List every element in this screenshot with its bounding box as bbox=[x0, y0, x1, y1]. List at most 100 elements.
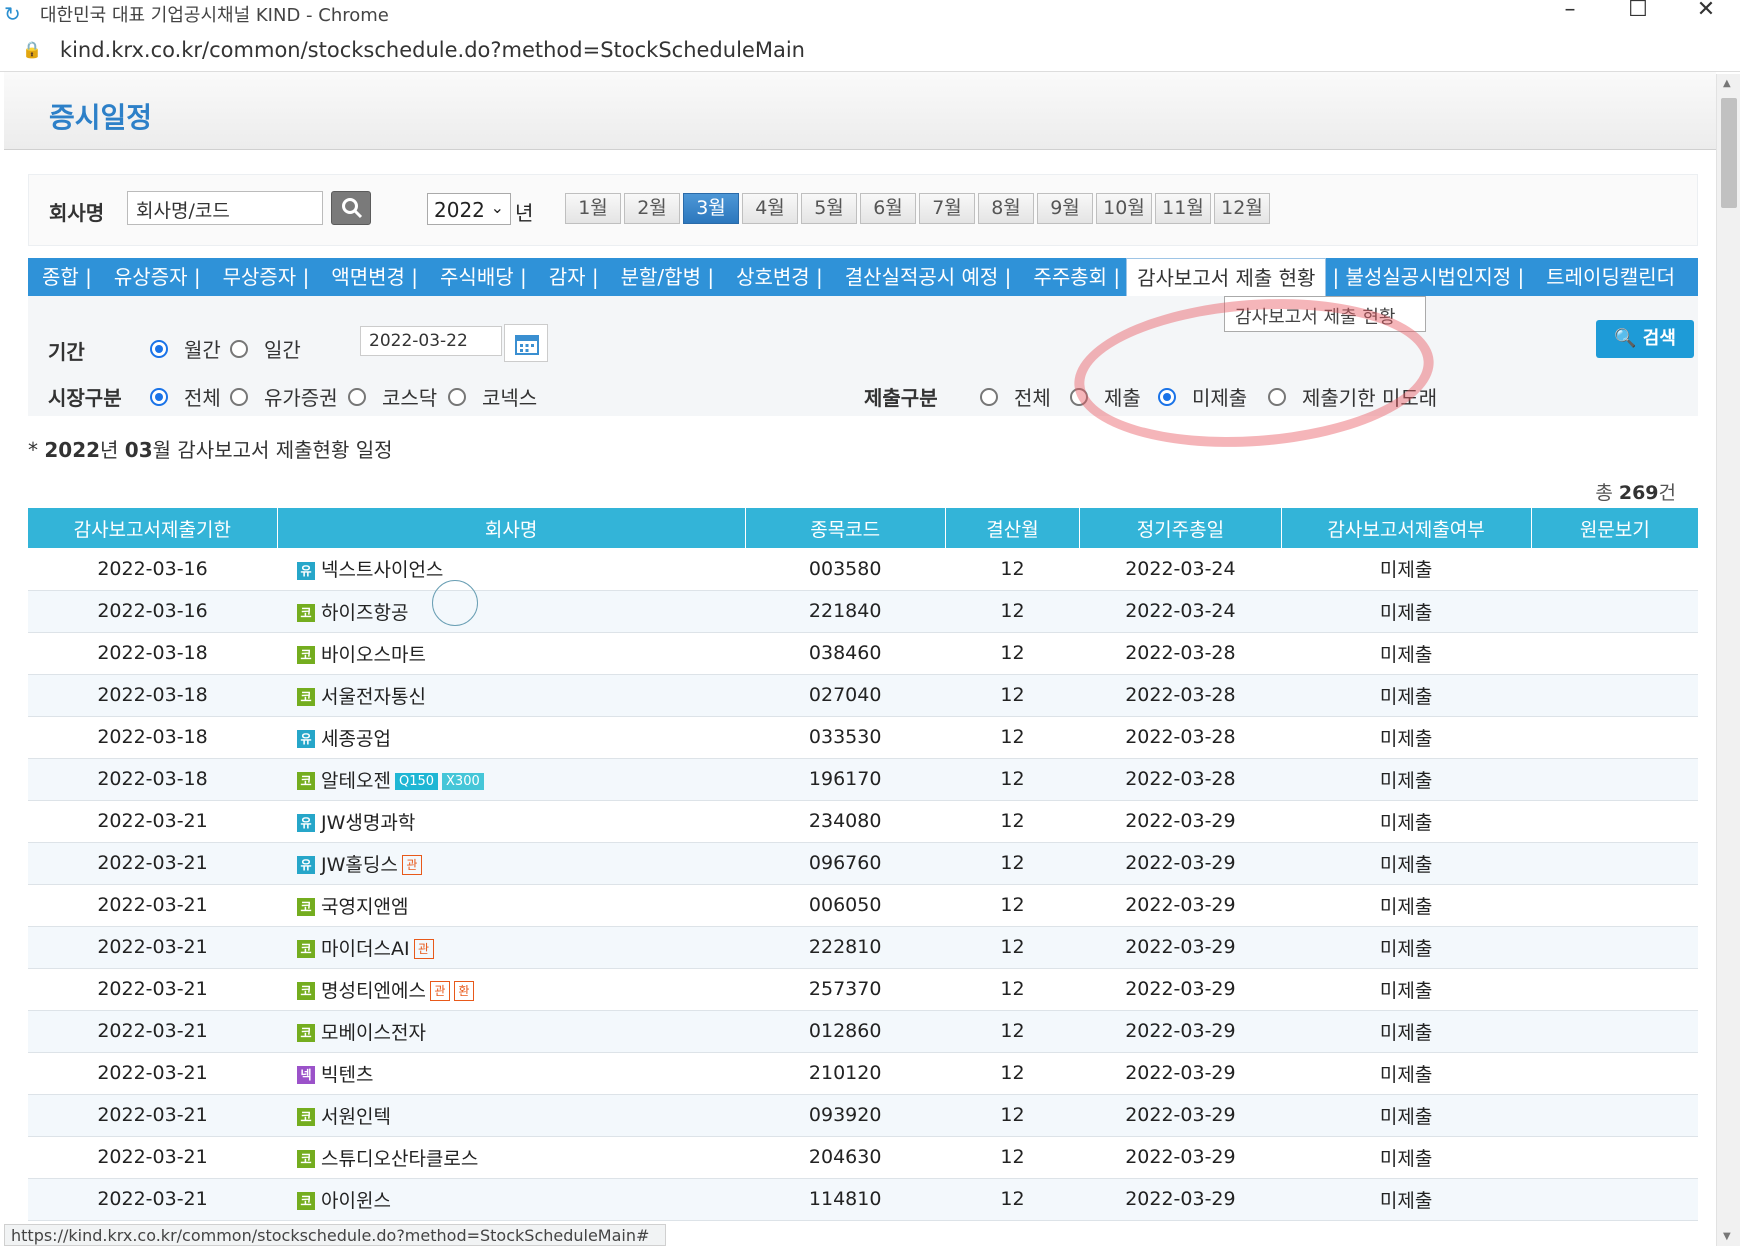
row-submit-status: 미제출 bbox=[1281, 1136, 1532, 1179]
company-link[interactable]: 마이더스AI bbox=[321, 938, 410, 960]
row-agm-date: 2022-03-29 bbox=[1079, 884, 1282, 927]
month-button-4[interactable]: 4월 bbox=[742, 193, 798, 224]
scroll-down-icon[interactable]: ▼ bbox=[1723, 1231, 1731, 1242]
company-link[interactable]: 바이오스마트 bbox=[321, 644, 426, 666]
month-button-1[interactable]: 1월 bbox=[565, 193, 621, 224]
company-link[interactable]: 명성티엔에스 bbox=[321, 980, 426, 1002]
company-search-box: 회사명 회사명/코드 2022 ⌄ 년 1월 2월 3월 4월 5월 6월 7월… bbox=[28, 174, 1698, 246]
tab-audit-report[interactable]: 감사보고서 제출 현황 bbox=[1126, 258, 1327, 298]
row-code: 096760 bbox=[745, 842, 946, 885]
tab-shareholder-meeting[interactable]: 주주총회 | bbox=[1017, 258, 1126, 296]
page-scrollbar[interactable]: ▲ ▼ bbox=[1716, 74, 1740, 1246]
market-kospi-radio[interactable]: 유가증권 bbox=[230, 382, 338, 411]
header-deadline[interactable]: 감사보고서제출기한 bbox=[28, 508, 278, 548]
month-button-10[interactable]: 10월 bbox=[1096, 193, 1152, 224]
scroll-thumb[interactable] bbox=[1721, 98, 1737, 208]
month-button-11[interactable]: 11월 bbox=[1155, 193, 1211, 224]
header-company[interactable]: 회사명 bbox=[277, 508, 746, 548]
row-fiscal-month: 12 bbox=[945, 674, 1080, 717]
company-link[interactable]: 스튜디오산타클로스 bbox=[321, 1148, 478, 1170]
tab-summary[interactable]: 종합 | bbox=[28, 258, 98, 296]
company-link[interactable]: 빅텐츠 bbox=[321, 1064, 373, 1086]
table-row: 2022-03-18 코 서울전자통신 027040 12 2022-03-28 미제출 bbox=[28, 674, 1698, 717]
company-input[interactable]: 회사명/코드 bbox=[127, 191, 323, 225]
market-label: 시장구분 bbox=[48, 386, 122, 410]
market-all-radio[interactable]: 전체 bbox=[150, 382, 221, 411]
row-submit-status: 미제출 bbox=[1281, 758, 1532, 801]
table-row: 2022-03-21 코 마이더스AI 관 222810 12 2022-03-29 미제출 bbox=[28, 926, 1698, 969]
header-submit-status[interactable]: 감사보고서제출여부 bbox=[1281, 508, 1532, 548]
period-daily-radio[interactable]: 일간 bbox=[230, 334, 301, 363]
market-kosdaq-radio[interactable]: 코스닥 bbox=[348, 382, 437, 411]
month-button-9[interactable]: 9월 bbox=[1037, 193, 1093, 224]
row-fiscal-month: 12 bbox=[945, 632, 1080, 675]
year-select[interactable]: 2022 ⌄ bbox=[427, 193, 511, 225]
company-link[interactable]: 아이윈스 bbox=[321, 1190, 391, 1212]
table-body: 2022-03-16 유 넥스트사이언스 003580 12 2022-03-24 미제출 2… bbox=[28, 548, 1698, 1221]
month-button-8[interactable]: 8월 bbox=[978, 193, 1034, 224]
market-konex-radio[interactable]: 코넥스 bbox=[448, 382, 537, 411]
address-bar[interactable]: 🔒 kind.krx.co.kr/common/stockschedule.do… bbox=[0, 28, 1740, 72]
row-code: 204630 bbox=[745, 1136, 946, 1179]
table-row: 2022-03-18 코 알테오젠 Q150 X300 196170 12 2022-03-2… bbox=[28, 758, 1698, 801]
row-agm-date: 2022-03-24 bbox=[1079, 548, 1282, 591]
month-button-7[interactable]: 7월 bbox=[919, 193, 975, 224]
table-row: 2022-03-21 유 JW홀딩스 관 096760 12 2022-03-29 미제출 bbox=[28, 842, 1698, 885]
row-submit-status: 미제출 bbox=[1281, 674, 1532, 717]
period-monthly-radio[interactable]: 월간 bbox=[150, 334, 221, 363]
row-code: 093920 bbox=[745, 1094, 946, 1137]
month-button-3[interactable]: 3월 bbox=[683, 193, 739, 224]
row-fiscal-month: 12 bbox=[945, 800, 1080, 843]
company-link[interactable]: 세종공업 bbox=[321, 728, 391, 750]
row-original-view bbox=[1531, 716, 1698, 759]
month-button-5[interactable]: 5월 bbox=[801, 193, 857, 224]
header-fiscal-month[interactable]: 결산월 bbox=[945, 508, 1081, 548]
tab-trading-calendar[interactable]: 트레이딩캘린더 bbox=[1530, 258, 1681, 296]
status-tag-icon: 관 bbox=[413, 939, 434, 959]
total-count: 총 269건 bbox=[1595, 482, 1676, 504]
row-agm-date: 2022-03-28 bbox=[1079, 716, 1282, 759]
company-link[interactable]: 서원인텍 bbox=[321, 1106, 391, 1128]
company-link[interactable]: JW생명과학 bbox=[321, 812, 415, 834]
company-link[interactable]: 넥스트사이언스 bbox=[321, 559, 443, 581]
market-badge-icon: 코 bbox=[297, 1192, 316, 1210]
table-row: 2022-03-16 코 하이즈항공 221840 12 2022-03-24 미제출 bbox=[28, 590, 1698, 633]
row-submit-status: 미제출 bbox=[1281, 716, 1532, 759]
tab-unfaithful-disclosure[interactable]: | 불성실공시법인지정 | bbox=[1326, 258, 1530, 296]
header-code[interactable]: 종목코드 bbox=[745, 508, 946, 548]
month-button-12[interactable]: 12월 bbox=[1214, 193, 1270, 224]
header-agm-date[interactable]: 정기주총일 bbox=[1079, 508, 1282, 548]
month-button-6[interactable]: 6월 bbox=[860, 193, 916, 224]
submit-all-radio[interactable]: 전체 bbox=[980, 382, 1051, 411]
row-fiscal-month: 12 bbox=[945, 1136, 1080, 1179]
maximize-icon[interactable]: ☐ bbox=[1608, 0, 1668, 21]
calendar-button[interactable] bbox=[504, 324, 548, 362]
tab-name-change[interactable]: 상호변경 | bbox=[720, 258, 829, 296]
tab-bonus-issue[interactable]: 무상증자 | bbox=[207, 258, 316, 296]
close-icon[interactable]: ✕ bbox=[1676, 0, 1736, 21]
tab-rights-offering[interactable]: 유상증자 | bbox=[98, 258, 207, 296]
search-button[interactable]: 🔍 검색 bbox=[1596, 320, 1694, 358]
date-input[interactable]: 2022-03-22 bbox=[360, 326, 502, 356]
minimize-icon[interactable]: – bbox=[1540, 0, 1600, 21]
company-search-button[interactable] bbox=[331, 191, 371, 225]
tab-par-value-change[interactable]: 액면변경 | bbox=[315, 258, 424, 296]
header-original-view[interactable]: 원문보기 bbox=[1531, 508, 1698, 548]
company-link[interactable]: 모베이스전자 bbox=[321, 1022, 426, 1044]
company-link[interactable]: 서울전자통신 bbox=[321, 686, 426, 708]
row-deadline: 2022-03-21 bbox=[28, 1010, 278, 1053]
company-link[interactable]: JW홀딩스 bbox=[321, 854, 398, 876]
tab-capital-reduction[interactable]: 감자 | bbox=[533, 258, 605, 296]
address-url[interactable]: kind.krx.co.kr/common/stockschedule.do?m… bbox=[60, 38, 805, 62]
market-badge-icon: 유 bbox=[297, 814, 316, 832]
status-tag-icon: 관 bbox=[401, 855, 422, 875]
month-button-2[interactable]: 2월 bbox=[624, 193, 680, 224]
scroll-up-icon[interactable]: ▲ bbox=[1723, 78, 1731, 89]
row-submit-status: 미제출 bbox=[1281, 590, 1532, 633]
tab-earnings-schedule[interactable]: 결산실적공시 예정 | bbox=[829, 258, 1018, 296]
company-link[interactable]: 알테오젠 bbox=[321, 770, 391, 792]
company-link[interactable]: 하이즈항공 bbox=[321, 602, 408, 624]
company-link[interactable]: 국영지앤엠 bbox=[321, 896, 408, 918]
tab-split-merger[interactable]: 분할/합병 | bbox=[605, 258, 720, 296]
tab-stock-dividend[interactable]: 주식배당 | bbox=[424, 258, 533, 296]
